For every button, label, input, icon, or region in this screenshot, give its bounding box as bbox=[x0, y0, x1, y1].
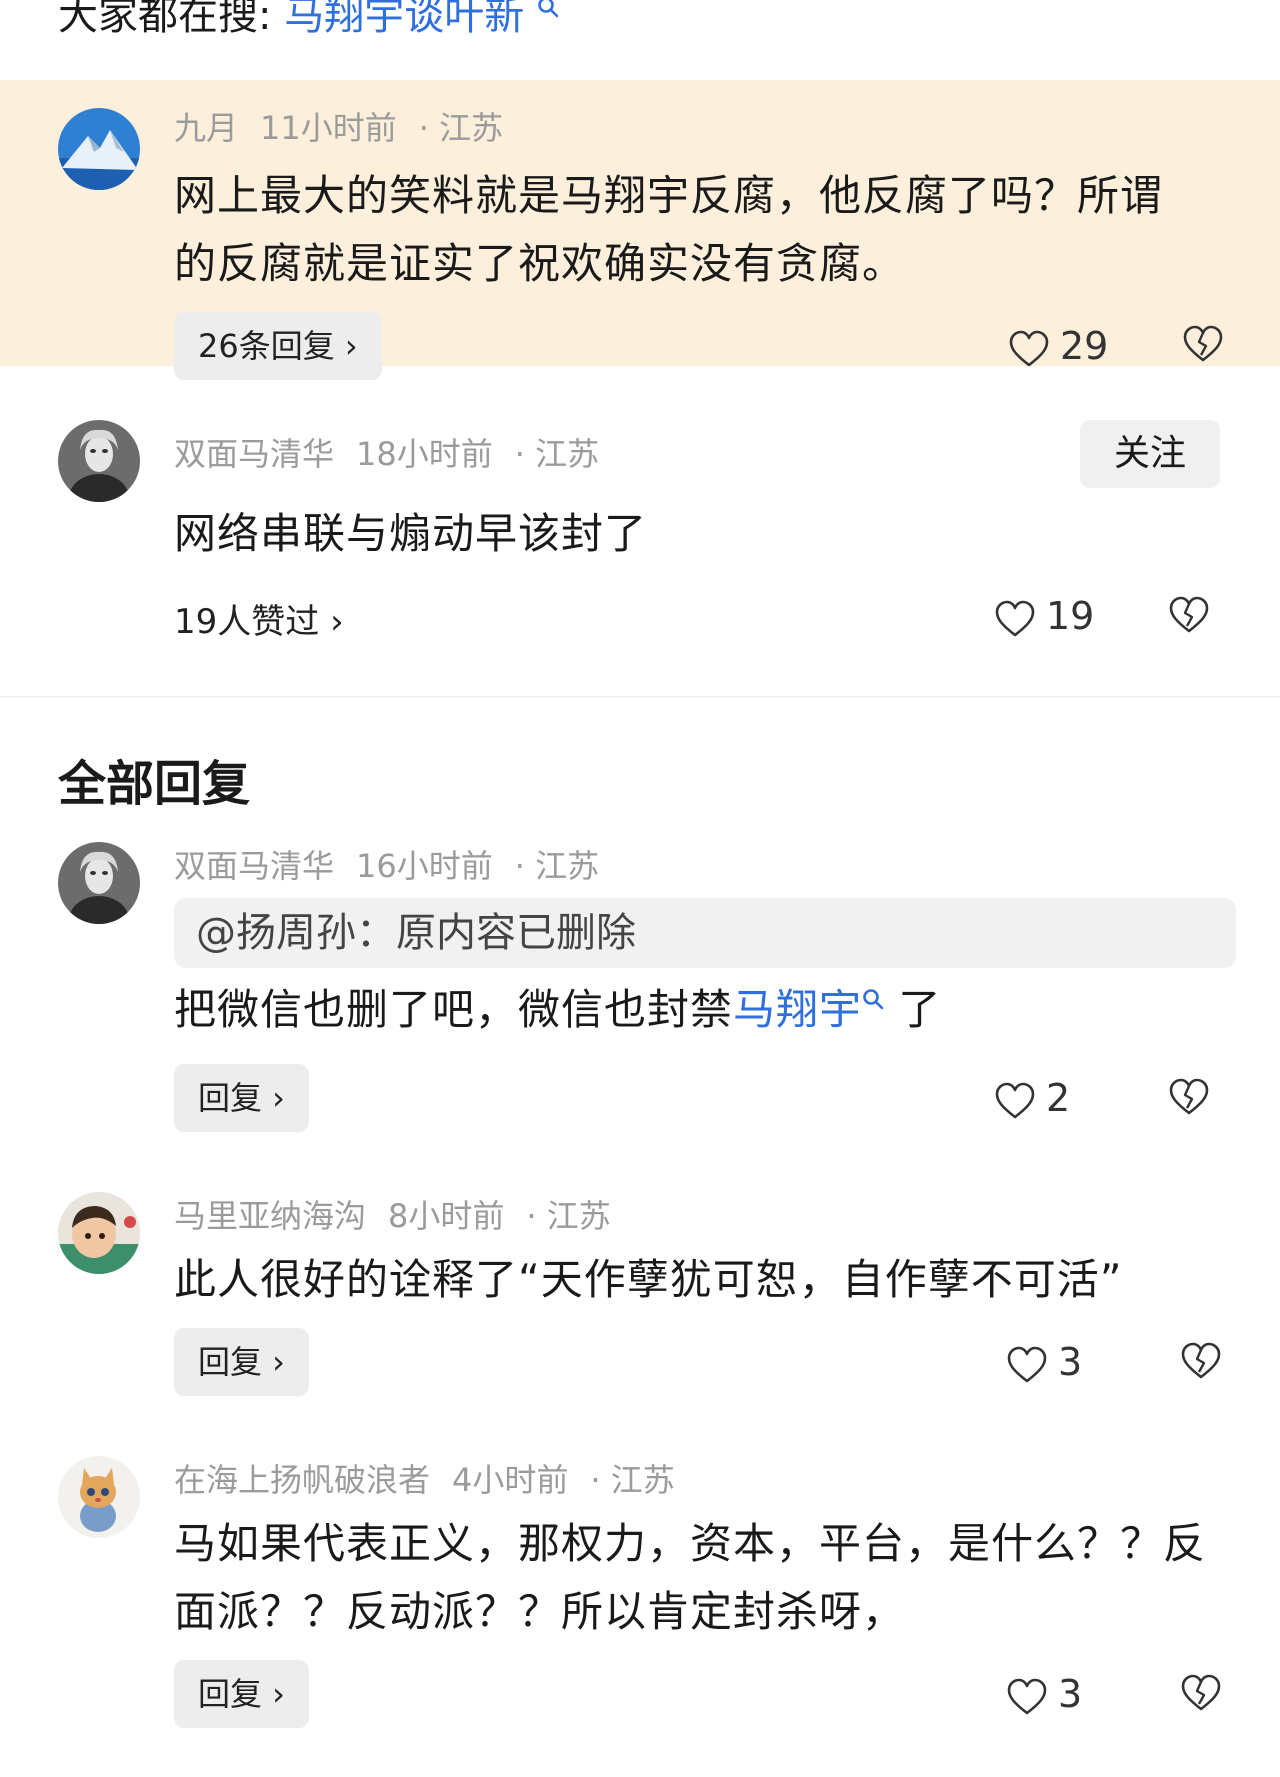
like-count: 3 bbox=[1058, 1672, 1083, 1716]
reply-time: 8小时前 bbox=[388, 1197, 505, 1235]
reply-text: 此人很好的诠释了“天作孽犹可恕，自作孽不可活” bbox=[174, 1255, 1123, 1304]
follow-button[interactable]: 关注 bbox=[1080, 420, 1220, 488]
mention-link[interactable]: 马翔宇 bbox=[733, 985, 862, 1034]
heart-icon bbox=[995, 1082, 1035, 1118]
comment-location: · 江苏 bbox=[418, 109, 504, 147]
heart-icon bbox=[995, 600, 1035, 636]
comment-time: 11小时前 bbox=[260, 109, 397, 147]
comment-time: 18小时前 bbox=[356, 435, 493, 473]
dislike-button[interactable] bbox=[1180, 1342, 1222, 1384]
avatar[interactable] bbox=[58, 420, 140, 502]
reply-button[interactable]: 回复 › bbox=[174, 1328, 309, 1396]
comment-meta: 双面马清华 18小时前 · 江苏 bbox=[174, 434, 621, 474]
broken-heart-icon bbox=[1181, 1674, 1221, 1711]
broken-heart-icon bbox=[1183, 325, 1223, 362]
heart-icon bbox=[1007, 1346, 1047, 1382]
like-button[interactable]: 19 bbox=[994, 592, 1094, 640]
heart-icon bbox=[1009, 330, 1049, 366]
comment-location: · 江苏 bbox=[514, 435, 600, 473]
avatar[interactable] bbox=[58, 1192, 140, 1274]
reply-button[interactable]: 回复 › bbox=[174, 1660, 309, 1728]
search-prefix: 大家都在搜: bbox=[58, 0, 285, 39]
reply-text: 把微信也删了吧，微信也封禁马翔宇 了 bbox=[174, 976, 1214, 1044]
comment-text: 网络串联与煽动早该封了 bbox=[174, 509, 648, 558]
avatar[interactable] bbox=[58, 842, 140, 924]
search-suggestion: 大家都在搜: 马翔宇谈叶新 bbox=[58, 0, 559, 44]
comment-meta: 九月 11小时前 · 江苏 bbox=[174, 108, 525, 148]
reply-meta: 马里亚纳海沟 8小时前 · 江苏 bbox=[174, 1196, 633, 1236]
avatar[interactable] bbox=[58, 108, 140, 190]
view-replies-button[interactable]: 26条回复 › bbox=[174, 312, 382, 380]
reply-location: · 江苏 bbox=[590, 1461, 675, 1499]
reply-location: · 江苏 bbox=[526, 1197, 611, 1235]
search-icon[interactable] bbox=[537, 0, 559, 18]
section-title: 全部回复 bbox=[58, 756, 251, 812]
divider bbox=[0, 696, 1280, 698]
reply-time: 4小时前 bbox=[452, 1461, 569, 1499]
dislike-button[interactable] bbox=[1168, 596, 1210, 638]
broken-heart-icon bbox=[1181, 1342, 1221, 1379]
avatar[interactable] bbox=[58, 1456, 140, 1538]
like-button[interactable]: 3 bbox=[1006, 1338, 1082, 1386]
comment-text: 网上最大的笑料就是马翔宇反腐，他反腐了吗？所谓的反腐就是证实了祝欢确实没有贪腐。 bbox=[174, 171, 1164, 288]
search-keyword-link[interactable]: 马翔宇谈叶新 bbox=[284, 0, 524, 39]
heart-icon bbox=[1007, 1678, 1047, 1714]
liked-by-link[interactable]: 19人赞过 › bbox=[174, 594, 344, 643]
broken-heart-icon bbox=[1169, 1078, 1209, 1115]
search-icon[interactable] bbox=[862, 988, 884, 1010]
author-name[interactable]: 双面马清华 bbox=[174, 435, 334, 473]
reply-location: · 江苏 bbox=[514, 847, 600, 885]
author-name[interactable]: 双面马清华 bbox=[174, 847, 334, 885]
dislike-button[interactable] bbox=[1180, 1674, 1222, 1716]
reply-button[interactable]: 回复 › bbox=[174, 1064, 309, 1132]
like-button[interactable]: 3 bbox=[1006, 1670, 1082, 1718]
like-count: 29 bbox=[1060, 324, 1109, 368]
dislike-button[interactable] bbox=[1168, 1078, 1210, 1120]
reply-time: 16小时前 bbox=[356, 847, 493, 885]
quoted-comment[interactable]: @扬周孙：原内容已删除 bbox=[174, 898, 1236, 968]
reply-text: 马如果代表正义，那权力，资本，平台，是什么？？反面派？？反动派？？所以肯定封杀呀… bbox=[174, 1519, 1207, 1636]
author-name[interactable]: 九月 bbox=[174, 109, 238, 147]
like-count: 3 bbox=[1058, 1340, 1083, 1384]
reply-text-after: 了 bbox=[884, 985, 942, 1034]
broken-heart-icon bbox=[1169, 596, 1209, 633]
reply-text-before: 把微信也删了吧，微信也封禁 bbox=[174, 985, 734, 1034]
author-name[interactable]: 在海上扬帆破浪者 bbox=[174, 1461, 430, 1499]
like-button[interactable]: 2 bbox=[994, 1074, 1070, 1122]
like-button[interactable]: 29 bbox=[1008, 322, 1108, 370]
dislike-button[interactable] bbox=[1182, 325, 1224, 367]
author-name[interactable]: 马里亚纳海沟 bbox=[174, 1197, 366, 1235]
like-count: 19 bbox=[1046, 594, 1095, 638]
reply-meta: 双面马清华 16小时前 · 江苏 bbox=[174, 846, 621, 886]
reply-meta: 在海上扬帆破浪者 4小时前 · 江苏 bbox=[174, 1460, 697, 1500]
like-count: 2 bbox=[1046, 1076, 1071, 1120]
